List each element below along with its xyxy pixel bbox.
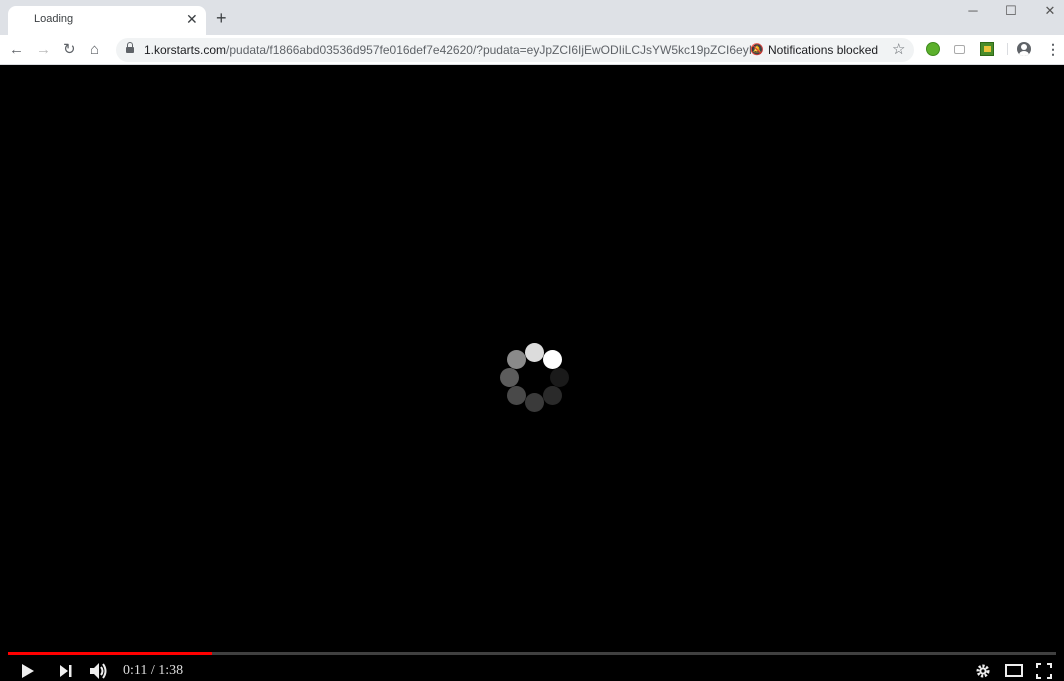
- address-bar[interactable]: 1.korstarts.com/pudata/f1866abd03536d957…: [116, 38, 914, 62]
- play-icon[interactable]: [20, 663, 36, 679]
- notifications-blocked-icon[interactable]: 🔕: [750, 43, 764, 56]
- notifications-blocked-label[interactable]: Notifications blocked: [768, 43, 878, 57]
- profile-avatar-icon[interactable]: [1017, 42, 1031, 56]
- lock-icon[interactable]: [126, 42, 134, 54]
- browser-toolbar: ← → ↻ ⌂ 1.korstarts.com/pudata/f1866abd0…: [0, 35, 1064, 65]
- progress-played: [8, 652, 213, 655]
- progress-bar[interactable]: [8, 652, 1056, 655]
- forward-button[interactable]: →: [36, 40, 51, 60]
- bookmark-star-icon[interactable]: ☆: [892, 40, 905, 58]
- spinner-dot: [550, 368, 569, 387]
- browser-menu-icon[interactable]: ⋮: [1046, 40, 1060, 58]
- close-icon[interactable]: ✕: [186, 11, 198, 27]
- theater-mode-icon[interactable]: [1005, 664, 1023, 677]
- home-button[interactable]: ⌂: [90, 40, 99, 60]
- spinner-dot: [525, 393, 544, 412]
- fullscreen-icon[interactable]: [1036, 663, 1052, 679]
- reload-button[interactable]: ↻: [63, 40, 76, 60]
- spinner-dot: [543, 386, 562, 405]
- tab-strip: Loading ✕ + ─ ☐ ✕: [0, 0, 1064, 35]
- spinner-dot: [507, 350, 526, 369]
- back-button[interactable]: ←: [9, 40, 24, 60]
- spinner-dot: [543, 350, 562, 369]
- next-icon[interactable]: [59, 664, 73, 678]
- extension-image-icon[interactable]: [980, 42, 994, 56]
- extension-tv-icon[interactable]: [954, 45, 965, 54]
- maximize-button[interactable]: ☐: [993, 2, 1029, 22]
- spinner-dot: [525, 343, 544, 362]
- time-display: 0:11 / 1:38: [123, 663, 184, 678]
- url-text[interactable]: 1.korstarts.com/pudata/f1866abd03536d957…: [144, 43, 762, 57]
- close-window-button[interactable]: ✕: [1032, 2, 1064, 22]
- spinner-dot: [500, 368, 519, 387]
- new-tab-button[interactable]: +: [216, 8, 227, 28]
- video-player[interactable]: [0, 65, 1064, 681]
- tab-loading[interactable]: Loading ✕: [8, 6, 206, 35]
- tab-title: Loading: [34, 13, 74, 25]
- minimize-button[interactable]: ─: [955, 2, 991, 22]
- settings-gear-icon[interactable]: [976, 664, 990, 678]
- volume-icon[interactable]: [89, 662, 109, 680]
- extension-green-icon[interactable]: [926, 42, 940, 56]
- spinner-dot: [507, 386, 526, 405]
- toolbar-divider: [1007, 43, 1008, 55]
